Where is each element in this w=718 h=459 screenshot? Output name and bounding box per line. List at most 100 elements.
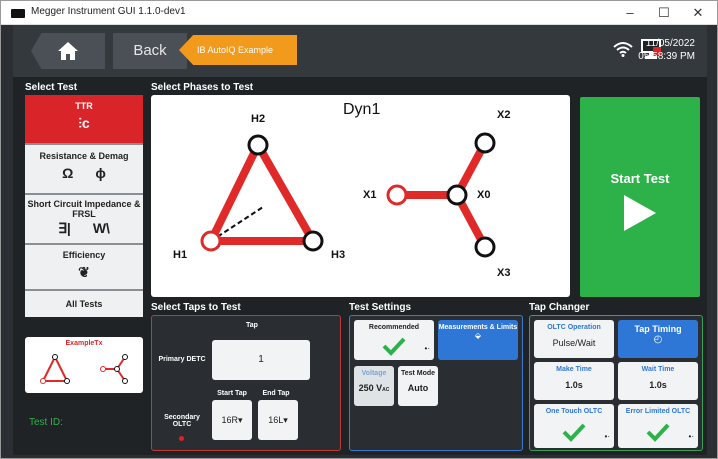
end-tap-label: End Tap: [262, 390, 290, 397]
recommended-label: Recommended: [368, 324, 420, 331]
example-transformer-card[interactable]: ExampleTx: [25, 337, 143, 393]
test-item-all[interactable]: All Tests: [25, 291, 143, 317]
test-list: TTR ⫶c Resistance & Demag Ωϕ Short Circu…: [25, 95, 143, 317]
test-label: Short Circuit Impedance & FRSL: [27, 199, 141, 219]
oltc-operation-selector[interactable]: OLTC Operation Pulse/Wait: [534, 320, 614, 358]
more-dots-icon: •·: [604, 432, 610, 441]
maximize-button[interactable]: ☐: [649, 4, 679, 22]
frsl-icon: W\: [92, 220, 110, 236]
one-touch-label: One Touch OLTC: [545, 408, 603, 415]
oltc-operation-label: OLTC Operation: [547, 324, 601, 331]
x1-node[interactable]: [386, 184, 408, 206]
voltage-value: 250 V: [358, 383, 383, 393]
tap-timing-label: Tap Timing: [634, 324, 682, 334]
tap-changer-heading: Tap Changer: [529, 302, 590, 313]
start-test-button[interactable]: Start Test: [580, 97, 700, 297]
back-button[interactable]: Back: [113, 33, 187, 69]
secondary-indicator-icon: [179, 436, 184, 441]
x2-node[interactable]: [474, 132, 496, 154]
app-icon: [11, 9, 25, 18]
secondary-label: Secondary OLTC: [164, 414, 200, 428]
primary-label: Primary DETC: [158, 356, 206, 363]
measurements-label: Measurements & Limits: [438, 324, 518, 331]
more-dots-icon: •·: [688, 432, 694, 441]
play-icon: [624, 195, 656, 231]
test-id-label: Test ID:: [29, 417, 63, 428]
end-tap-value: 16L: [268, 415, 284, 425]
checkmark-icon: [382, 337, 406, 356]
start-tap-select[interactable]: 16R▾: [212, 400, 252, 440]
select-phases-heading: Select Phases to Test: [151, 82, 254, 93]
h3-label: H3: [331, 249, 346, 261]
ttr-icon: ⫶c: [78, 115, 90, 131]
tap-timing-button[interactable]: Tap Timing ◴: [618, 320, 698, 358]
x2-label: X2: [497, 109, 511, 121]
voltage-selector[interactable]: Voltage 250 VAC: [354, 366, 394, 406]
home-icon: [58, 42, 78, 60]
test-item-resistance[interactable]: Resistance & Demag Ωϕ: [25, 145, 143, 195]
test-label: TTR: [75, 101, 93, 111]
home-button[interactable]: [31, 33, 105, 69]
x3-node[interactable]: [474, 236, 496, 258]
checkmark-icon: [562, 423, 586, 442]
datetime: 11/05/2022 05:58:39 PM: [638, 37, 695, 63]
voltage-label: Voltage: [361, 370, 387, 377]
one-touch-oltc-toggle[interactable]: One Touch OLTC •·: [534, 404, 614, 448]
h3-node[interactable]: [302, 230, 324, 252]
make-time-input[interactable]: Make Time 1.0s: [534, 362, 614, 400]
limits-icon: ⬙: [474, 331, 482, 340]
time-text: 05:58:39 PM: [638, 51, 695, 62]
breadcrumb: IB AutoIQ Example: [179, 35, 297, 65]
example-diagram-icon: [40, 354, 128, 384]
date-text: 11/05/2022: [645, 38, 695, 49]
primary-tap-input[interactable]: 1: [212, 340, 310, 380]
x0-node[interactable]: [446, 184, 468, 206]
title-bar: Megger Instrument GUI 1.1.0-dev1 – ☐ ✕: [1, 1, 717, 25]
test-label: All Tests: [65, 299, 103, 309]
test-item-ttr[interactable]: TTR ⫶c: [25, 95, 143, 145]
make-time-value: 1.0s: [565, 380, 583, 390]
test-item-short-circuit[interactable]: Short Circuit Impedance & FRSL ∃| W\: [25, 195, 143, 245]
app-window: Megger Instrument GUI 1.1.0-dev1 – ☐ ✕ B…: [0, 0, 718, 459]
test-mode-selector[interactable]: Test Mode Auto: [398, 366, 438, 406]
timer-icon: ◴: [653, 334, 663, 345]
dropdown-icon: ▾: [283, 415, 288, 425]
x0-label: X0: [477, 189, 491, 201]
recommended-button[interactable]: Recommended •·: [354, 320, 434, 360]
impedance-icon: ∃|: [58, 220, 71, 236]
select-taps-panel: Tap Primary DETC 1 Secondary OLTC Start …: [151, 315, 341, 451]
test-item-efficiency[interactable]: Efficiency ❦: [25, 245, 143, 291]
minimize-button[interactable]: –: [615, 4, 645, 22]
dropdown-icon: ▾: [237, 415, 243, 425]
checkmark-icon: [646, 423, 670, 442]
tap-changer-panel: OLTC Operation Pulse/Wait Tap Timing ◴ M…: [529, 315, 703, 451]
test-mode-value: Auto: [407, 383, 429, 393]
measurements-limits-button[interactable]: Measurements & Limits ⬙: [438, 320, 518, 360]
test-mode-label: Test Mode: [400, 370, 436, 377]
ohm-icon: Ω: [62, 165, 74, 181]
more-dots-icon: •·: [424, 344, 430, 353]
end-tap-select[interactable]: 16L▾: [258, 400, 298, 440]
wait-time-input[interactable]: Wait Time 1.0s: [618, 362, 698, 400]
error-limited-oltc-toggle[interactable]: Error Limited OLTC •·: [618, 404, 698, 448]
x3-label: X3: [497, 267, 511, 279]
phase-diagram: Dyn1 H2 H1 H3 X1 X0 X2 X3: [151, 95, 570, 297]
close-button[interactable]: ✕: [683, 4, 713, 22]
x1-label: X1: [363, 189, 377, 201]
start-tap-value: 16R: [221, 415, 238, 425]
make-time-label: Make Time: [556, 366, 592, 373]
select-taps-heading: Select Taps to Test: [151, 302, 241, 313]
wait-time-value: 1.0s: [649, 380, 667, 390]
voltage-unit: AC: [382, 387, 390, 393]
test-label: Resistance & Demag: [39, 151, 129, 161]
test-settings-panel: Recommended •· Measurements & Limits ⬙ V…: [349, 315, 523, 451]
h1-label: H1: [173, 249, 188, 261]
error-limited-label: Error Limited OLTC: [625, 408, 691, 415]
test-label: Efficiency: [62, 250, 106, 260]
oltc-operation-value: Pulse/Wait: [552, 338, 596, 348]
h1-node[interactable]: [200, 230, 222, 252]
h2-node[interactable]: [247, 134, 269, 156]
leaf-icon: ❦: [78, 264, 90, 280]
start-test-label: Start Test: [610, 171, 670, 186]
h2-label: H2: [251, 113, 266, 125]
